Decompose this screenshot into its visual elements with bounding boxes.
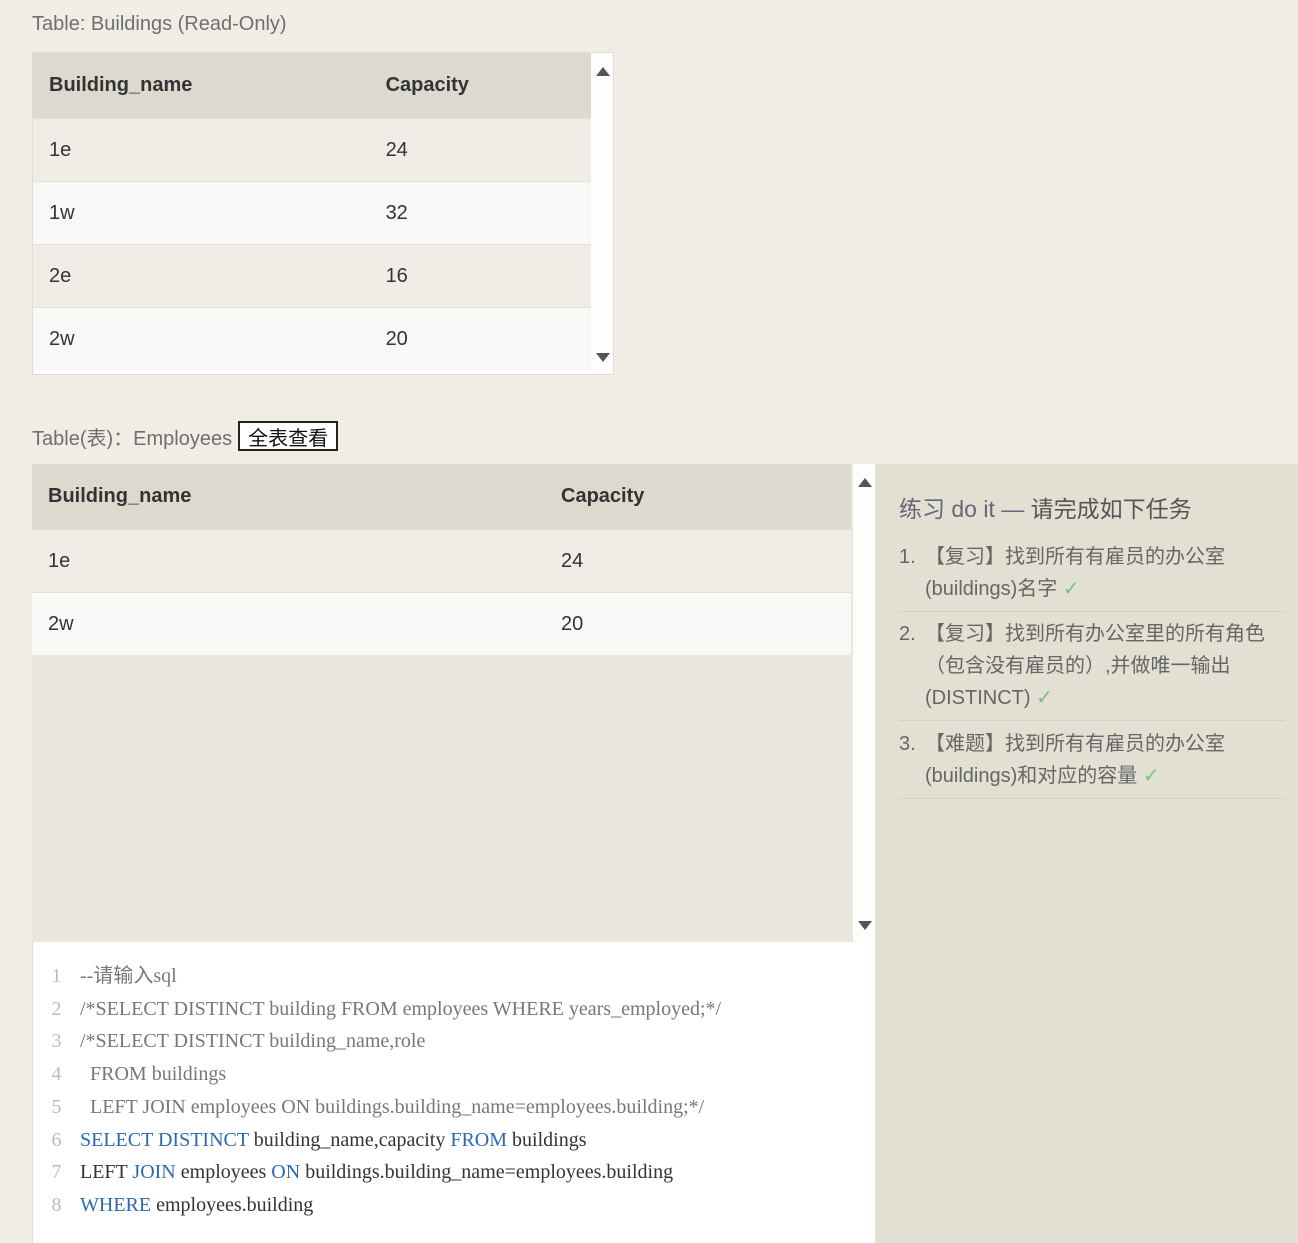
scroll-up-arrow-icon[interactable] [596,67,610,76]
column-header-capacity: Capacity [545,464,851,530]
line-number: 8 [51,1193,62,1216]
task-panel-title: 练习 do it — 请完成如下任务 [899,490,1192,524]
sql-keyword: JOIN [132,1161,176,1184]
table-row: 1e 24 [33,118,591,182]
sql-comment: /*SELECT DISTINCT building_name,role [80,1030,426,1053]
code-line[interactable]: 8 WHERE employees.building [33,1189,314,1222]
scroll-up-arrow-icon[interactable] [858,478,872,487]
table-cell: 2w [32,592,545,655]
code-line[interactable]: 5 LEFT JOIN employees ON buildings.build… [33,1091,705,1124]
task-text: 【复习】找到所有办公室里的所有角色（包含没有雇员的）,并做唯一输出(DISTIN… [925,623,1265,709]
sql-keyword: ON [271,1161,301,1184]
line-number: 5 [51,1095,62,1118]
sql-editor[interactable]: 1 --请输入sql 2 /*SELECT DISTINCT building FRO… [32,942,875,1243]
line-number: 4 [51,1063,62,1086]
table-cell: 16 [369,244,591,308]
line-number: 7 [51,1161,62,1184]
sql-comment: FROM buildings [80,1063,227,1086]
column-header-capacity: Capacity [369,53,591,119]
sql-text: building_name,capacity [248,1128,451,1151]
task-number: 1. [899,546,916,568]
task-panel: 练习 do it — 请完成如下任务 1. 【复习】找到所有有雇员的办公室(bu… [875,464,1298,1243]
table-row: 2e 16 [33,244,591,308]
line-number: 6 [51,1128,62,1151]
table-row: 2w 20 [33,307,591,370]
sql-comment: LEFT JOIN employees ON buildings.buildin… [80,1095,705,1118]
buildings-table-container[interactable]: Building_name Capacity 1e 24 1w 32 2e 16… [32,52,614,375]
table-header-row: Building_name Capacity [33,53,591,119]
line-number: 1 [51,965,62,987]
table-cell: 20 [545,592,851,655]
sql-keyword: FROM [450,1128,508,1151]
table-row: 1e 24 [32,529,851,593]
task-item: 2. 【复习】找到所有办公室里的所有角色（包含没有雇员的）,并做唯一输出(DIS… [899,618,1285,721]
result-table: Building_name Capacity 1e 24 2w 20 [32,464,851,655]
scroll-down-arrow-icon[interactable] [858,921,872,930]
table-row: 2w 20 [32,592,851,655]
code-line[interactable]: 3 /*SELECT DISTINCT building_name,role [33,1025,426,1058]
code-line[interactable]: 4 FROM buildings [33,1058,227,1091]
column-header-building-name: Building_name [32,464,545,530]
line-number: 3 [51,1030,62,1053]
result-table-container[interactable]: Building_name Capacity 1e 24 2w 20 [32,464,875,942]
task-item: 1. 【复习】找到所有有雇员的办公室(buildings)名字 ✓ [899,541,1285,612]
sql-comment: /*SELECT DISTINCT building FROM employee… [80,997,722,1020]
sql-comment: --请输入sql [80,965,177,987]
task-title-main: 请完成如下任务 [1030,496,1192,522]
table-cell: 1e [32,529,545,593]
table-cell: 32 [369,181,591,245]
scroll-down-arrow-icon[interactable] [596,353,610,362]
checkmark-icon: ✓ [1062,578,1080,600]
table-cell: 1w [33,181,370,245]
sql-text: LEFT [80,1161,133,1184]
code-line[interactable]: 2 /*SELECT DISTINCT building FROM employe… [33,993,722,1026]
line-number: 2 [51,997,62,1020]
table-row: 1w 32 [33,181,591,245]
employees-caption-label: Table(表)：Employees [32,427,233,450]
table-cell: 2e [33,244,370,308]
sql-keyword: SELECT [80,1128,153,1151]
table-header-row: Building_name Capacity [32,464,851,530]
sql-text: buildings.building_name=employees.buildi… [300,1161,674,1184]
table-cell: 20 [369,307,591,370]
column-header-building-name: Building_name [33,53,370,119]
code-line[interactable]: 6 SELECT DISTINCT building_name,capacity … [33,1124,587,1157]
task-number: 3. [899,733,916,755]
employees-table-caption: Table(表)：Employees 全表查看 [32,421,339,451]
task-text: 【难题】找到所有有雇员的办公室(buildings)和对应的容量 [925,733,1225,787]
buildings-table-scrollbar[interactable] [591,53,613,374]
table-cell: 24 [369,118,591,182]
buildings-table-caption: Table: Buildings (Read-Only) [32,13,287,35]
checkmark-icon: ✓ [1142,765,1160,787]
task-item: 3. 【难题】找到所有有雇员的办公室(buildings)和对应的容量 ✓ [899,728,1285,799]
sql-text: employees.building [151,1193,314,1216]
checkmark-icon: ✓ [1036,687,1053,709]
sql-keyword: WHERE [80,1193,152,1216]
sql-text: buildings [507,1128,587,1151]
sql-keyword: DISTINCT [157,1128,249,1151]
sql-text: employees [175,1161,272,1184]
table-cell: 2w [33,307,370,370]
buildings-table: Building_name Capacity 1e 24 1w 32 2e 16… [33,53,591,370]
table-cell: 1e [33,118,370,182]
view-all-button[interactable]: 全表查看 [238,421,339,451]
task-number: 2. [899,623,916,645]
table-cell: 24 [545,529,851,593]
task-title-prefix: 练习 do it — [899,496,1031,522]
code-line[interactable]: 1 --请输入sql [33,960,177,993]
result-table-scrollbar[interactable] [853,464,875,942]
code-line[interactable]: 7 LEFT JOIN employees ON buildings.buildi… [33,1156,674,1189]
